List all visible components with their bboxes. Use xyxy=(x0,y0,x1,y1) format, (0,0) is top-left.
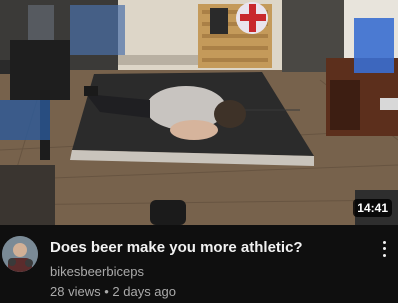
thumbnail-image xyxy=(0,0,398,225)
video-thumbnail[interactable]: 14:41 xyxy=(0,0,398,225)
avatar-image xyxy=(2,236,38,272)
duration-badge: 14:41 xyxy=(353,199,392,217)
more-vert-icon[interactable] xyxy=(376,239,392,259)
channel-name[interactable]: bikesbeerbiceps xyxy=(50,263,144,281)
upload-age: 2 days ago xyxy=(112,284,176,299)
channel-avatar[interactable] xyxy=(2,236,38,272)
video-title[interactable]: Does beer make you more athletic? xyxy=(50,238,370,258)
video-stats: 28 views • 2 days ago xyxy=(50,283,176,301)
view-count: 28 views xyxy=(50,284,101,299)
video-meta: Does beer make you more athletic? bikesb… xyxy=(0,225,398,303)
stats-separator: • xyxy=(104,284,109,299)
